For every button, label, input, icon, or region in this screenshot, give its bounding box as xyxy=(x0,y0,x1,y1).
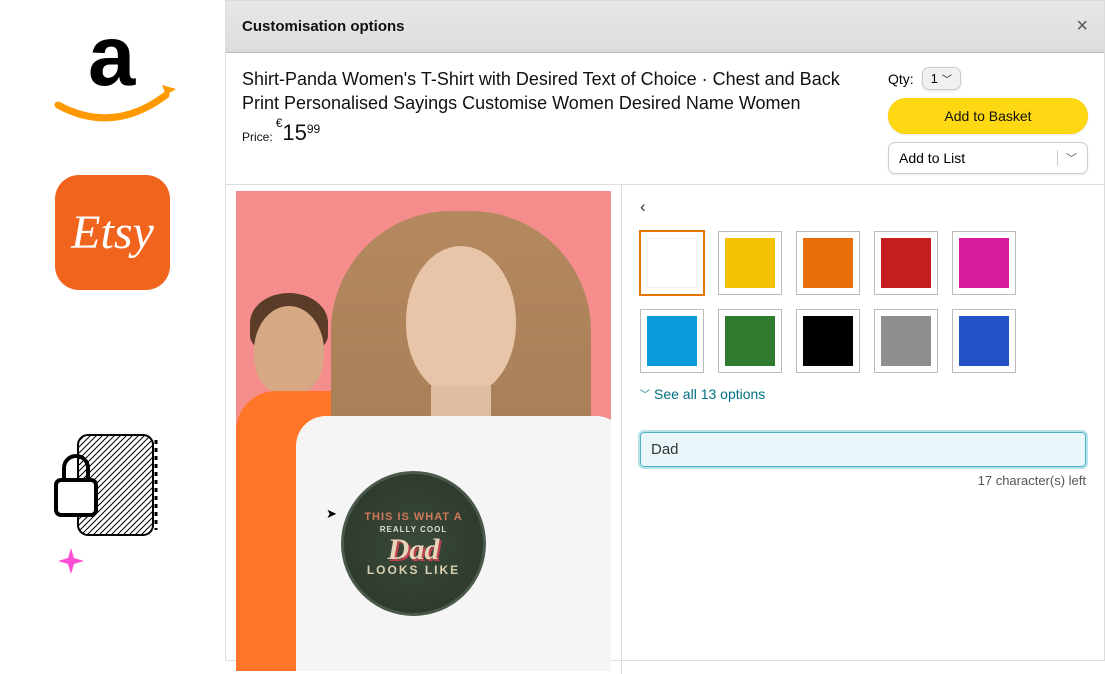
quantity-select[interactable]: 1 ﹀ xyxy=(922,67,961,90)
product-header: Shirt-Panda Women's T-Shirt with Desired… xyxy=(226,53,1104,185)
product-body: THIS IS WHAT A REALLY COOL Dad LOOKS LIK… xyxy=(226,185,1104,674)
product-info: Shirt-Panda Women's T-Shirt with Desired… xyxy=(242,67,888,174)
see-all-options-link[interactable]: ﹀ See all 13 options xyxy=(640,386,765,402)
shirt-print-graphic: THIS IS WHAT A REALLY COOL Dad LOOKS LIK… xyxy=(341,471,486,616)
color-swatches xyxy=(640,231,1086,373)
sidebar: a Etsy xyxy=(0,0,225,661)
modal-title: Customisation options xyxy=(242,18,405,35)
color-swatch[interactable] xyxy=(640,309,704,373)
price: Price: €1599 xyxy=(242,122,868,144)
amazon-logo: a xyxy=(48,20,178,130)
add-to-list-button[interactable]: Add to List ﹀ xyxy=(888,142,1088,174)
custom-text-input[interactable] xyxy=(640,432,1086,467)
close-button[interactable]: × xyxy=(1076,15,1088,38)
color-swatch[interactable] xyxy=(952,231,1016,295)
color-swatch[interactable] xyxy=(796,231,860,295)
color-swatch[interactable] xyxy=(796,309,860,373)
customise-panel: ‹ ﹀ See all 13 options 17 character(s) l… xyxy=(621,185,1104,674)
color-swatch[interactable] xyxy=(718,231,782,295)
svg-text:a: a xyxy=(88,20,136,104)
modal-header: Customisation options × xyxy=(226,1,1104,53)
color-swatch[interactable] xyxy=(718,309,782,373)
quantity-row: Qty: 1 ﹀ xyxy=(888,67,1088,90)
product-image: THIS IS WHAT A REALLY COOL Dad LOOKS LIK… xyxy=(226,185,621,674)
color-swatch[interactable] xyxy=(640,231,704,295)
back-button[interactable]: ‹ xyxy=(640,197,1086,217)
characters-left-label: 17 character(s) left xyxy=(640,473,1086,488)
chevron-down-icon: ﹀ xyxy=(942,71,952,86)
buy-box: Qty: 1 ﹀ Add to Basket Add to List ﹀ xyxy=(888,67,1088,174)
color-swatch[interactable] xyxy=(874,231,938,295)
etsy-logo: Etsy xyxy=(55,175,170,290)
color-swatch[interactable] xyxy=(874,309,938,373)
color-swatch[interactable] xyxy=(952,309,1016,373)
cursor-icon: ➤ xyxy=(326,506,337,522)
product-title: Shirt-Panda Women's T-Shirt with Desired… xyxy=(242,67,868,116)
customisation-modal: Customisation options × Shirt-Panda Wome… xyxy=(225,0,1105,661)
qty-label: Qty: xyxy=(888,71,914,87)
add-to-basket-button[interactable]: Add to Basket xyxy=(888,98,1088,134)
chevron-down-icon: ﹀ xyxy=(1057,150,1077,166)
document-lock-icon xyxy=(48,430,168,560)
sparkle-icon xyxy=(58,548,84,574)
chevron-down-icon: ﹀ xyxy=(640,386,650,401)
